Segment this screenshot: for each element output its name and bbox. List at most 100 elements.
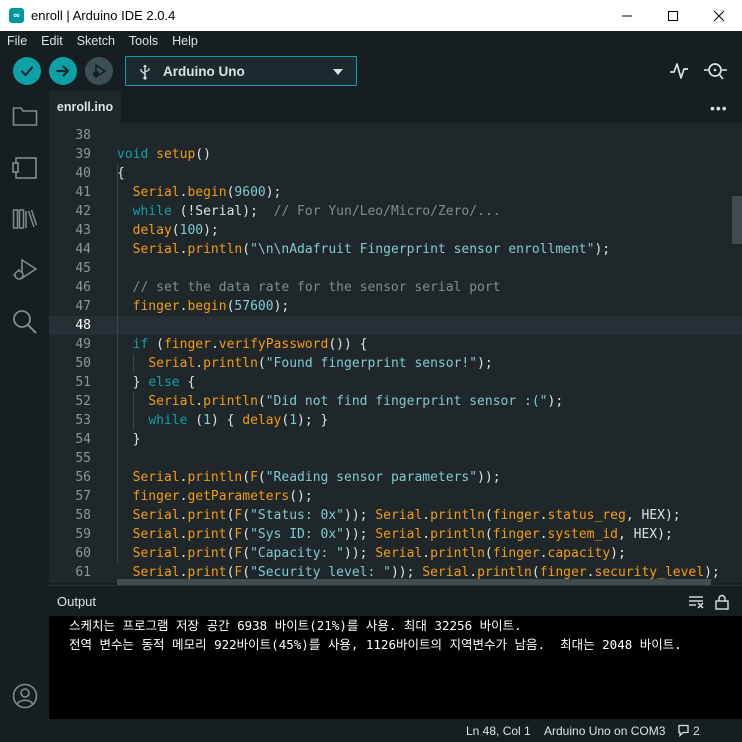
cursor-position[interactable]: Ln 48, Col 1 [466,724,531,738]
notification-count[interactable]: 2 [693,724,700,738]
account-button[interactable] [12,683,38,709]
line-number: 44 [75,242,91,257]
code-line[interactable]: 59 Serial.print(F("Sys ID: 0x")); Serial… [49,525,742,544]
editor-tab-bar: enroll.ino ••• [49,91,742,123]
verify-icon [20,66,34,77]
line-number: 61 [75,565,91,580]
line-number: 53 [75,413,91,428]
output-panel-header: Output [49,585,742,616]
debug-panel-button[interactable] [12,257,38,283]
output-line: 스케치는 프로그램 저장 공간 6938 바이트(21%)를 사용. 최대 32… [69,618,522,633]
board-port-status[interactable]: Arduino Uno on COM3 [544,724,665,738]
serial-plotter-icon[interactable] [669,61,689,81]
verify-button[interactable] [13,57,41,85]
lock-scroll-icon[interactable] [714,594,730,610]
line-number: 39 [75,147,91,162]
code-text: Serial.print(F("Sys ID: 0x")); Serial.pr… [132,527,673,542]
boards-manager-button[interactable] [12,155,38,181]
code-line[interactable]: 60 Serial.print(F("Capacity: ")); Serial… [49,544,742,563]
menu-tools[interactable]: Tools [122,31,165,51]
library-manager-icon [12,209,38,229]
output-line: 전역 변수는 동적 메모리 922바이트(45%)를 사용, 1126바이트의 … [69,637,682,652]
notification-icon[interactable] [677,724,690,737]
sketchbook-button[interactable] [12,103,38,129]
code-line[interactable]: 54 } [49,430,742,449]
window-title: enroll | Arduino IDE 2.0.4 [31,8,176,23]
line-number: 54 [75,432,91,447]
clear-output-icon[interactable] [688,594,704,610]
serial-monitor-icon[interactable] [703,61,729,81]
code-text: Serial.println("Found fingerprint sensor… [148,356,493,371]
menu-file[interactable]: File [0,31,34,51]
search-button[interactable] [12,309,38,335]
code-text: Serial.print(F("Status: 0x")); Serial.pr… [132,508,681,523]
code-line[interactable]: 57 finger.getParameters(); [49,487,742,506]
arduino-logo-icon: ∞ [9,8,24,23]
code-text: { [117,166,125,181]
code-line[interactable]: 46 // set the data rate for the sensor s… [49,278,742,297]
code-line[interactable]: 43 delay(100); [49,221,742,240]
code-text: Serial.print(F("Capacity: ")); Serial.pr… [132,546,626,561]
boards-manager-icon [12,157,37,179]
code-line[interactable]: 58 Serial.print(F("Status: 0x")); Serial… [49,506,742,525]
code-text: void setup() [117,147,211,162]
code-line[interactable]: 53 while (1) { delay(1); } [49,411,742,430]
minimize-button[interactable] [604,0,650,31]
board-selector[interactable]: Arduino Uno [125,56,357,86]
code-line[interactable]: 41 Serial.begin(9600); [49,183,742,202]
maximize-button[interactable] [650,0,696,31]
account-icon [12,683,38,709]
code-text: } else { [132,375,196,390]
code-text: delay(100); [132,223,219,238]
code-text: // set the data rate for the sensor seri… [132,280,501,295]
code-text: Serial.println("\n\nAdafruit Fingerprint… [132,242,611,257]
code-line[interactable]: 49 if (finger.verifyPassword()) { [49,335,742,354]
code-line[interactable]: 56 Serial.println(F("Reading sensor para… [49,468,742,487]
debug-icon [13,258,38,280]
code-line[interactable]: 47 finger.begin(57600); [49,297,742,316]
line-number: 40 [75,166,91,181]
toolbar: Arduino Uno [0,51,742,91]
code-editor[interactable]: 38 39 void setup() 40 {41 Serial.begin(9600)… [49,123,742,583]
editor-vertical-scrollbar[interactable] [732,196,742,244]
code-line[interactable]: 45 [49,259,742,278]
code-text: if (finger.verifyPassword()) { [132,337,368,352]
code-text: finger.getParameters(); [132,489,313,504]
menu-bar: File Edit Sketch Tools Help [0,31,742,51]
output-console[interactable]: 스케치는 프로그램 저장 공간 6938 바이트(21%)를 사용. 최대 32… [49,616,742,719]
line-number: 58 [75,508,91,523]
debug-button[interactable] [85,57,113,85]
code-line[interactable]: 48 [49,316,742,335]
code-text: while (!Serial); // For Yun/Leo/Micro/Ze… [132,204,501,219]
indent-guide [132,392,134,430]
close-icon [713,10,725,21]
code-line[interactable]: 39 void setup() [49,145,742,164]
code-line[interactable]: 38 [49,126,742,145]
code-line[interactable]: 40 { [49,164,742,183]
more-tabs-button[interactable]: ••• [710,100,728,116]
menu-edit[interactable]: Edit [34,31,70,51]
code-line[interactable]: 44 Serial.println("\n\nAdafruit Fingerpr… [49,240,742,259]
status-bar: Ln 48, Col 1 Arduino Uno on COM3 2 [0,719,742,742]
code-line[interactable]: 52 Serial.println("Did not find fingerpr… [49,392,742,411]
activity-sidebar [0,91,49,742]
search-icon [13,310,37,334]
line-number: 60 [75,546,91,561]
library-manager-button[interactable] [12,206,38,232]
upload-icon [56,65,70,77]
code-line[interactable]: 55 [49,449,742,468]
menu-help[interactable]: Help [165,31,205,51]
indent-guide [132,354,134,373]
tab-enroll-ino[interactable]: enroll.ino [49,91,121,123]
code-line[interactable]: 51 } else { [49,373,742,392]
line-number: 59 [75,527,91,542]
maximize-icon [668,10,678,21]
line-number: 50 [75,356,91,371]
code-line[interactable]: 42 while (!Serial); // For Yun/Leo/Micro… [49,202,742,221]
menu-sketch[interactable]: Sketch [70,31,122,51]
close-button[interactable] [696,0,742,31]
upload-button[interactable] [49,57,77,85]
line-number: 47 [75,299,91,314]
code-line[interactable]: 50 Serial.println("Found fingerprint sen… [49,354,742,373]
line-number: 52 [75,394,91,409]
